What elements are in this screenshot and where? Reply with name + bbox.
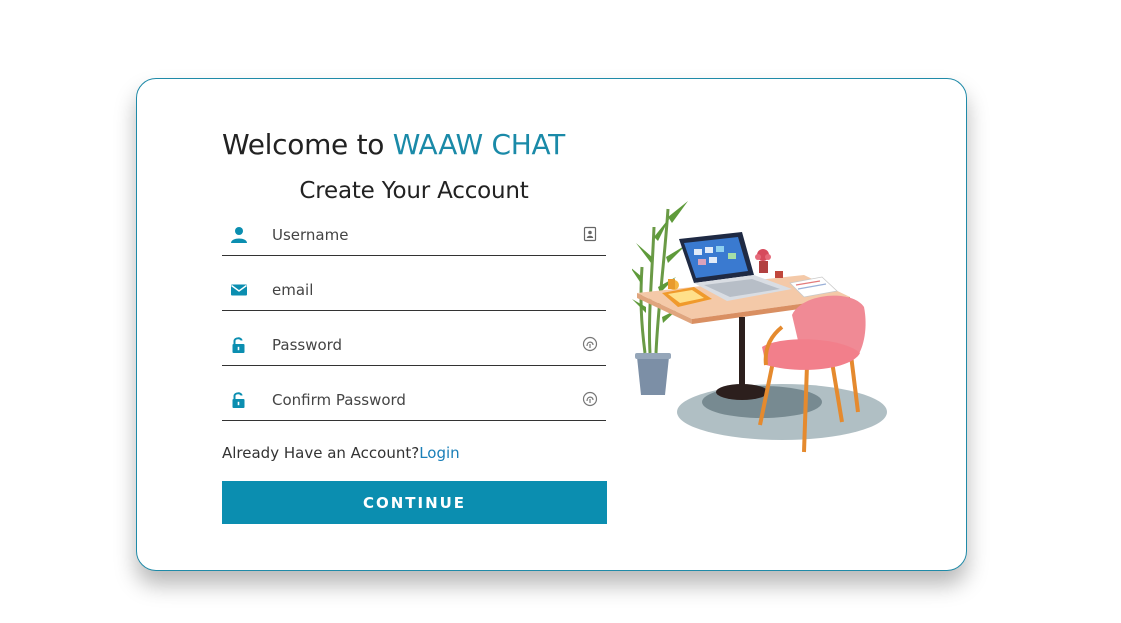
unlock-icon	[232, 337, 245, 353]
desk-leg	[739, 317, 745, 389]
signup-card: Welcome to WAAW CHAT Create Your Account	[136, 78, 967, 571]
bamboo-plant	[639, 208, 670, 354]
welcome-prefix: Welcome to	[222, 128, 393, 161]
continue-button[interactable]: CONTINUE	[222, 481, 607, 524]
plant-pot	[637, 357, 669, 395]
plant-pot-rim	[635, 353, 671, 359]
username-field	[222, 218, 606, 256]
user-icon	[231, 227, 247, 243]
contact-card-icon[interactable]	[582, 226, 598, 242]
welcome-heading: Welcome to WAAW CHAT	[222, 128, 565, 161]
confirm-password-field	[222, 383, 606, 421]
password-field	[222, 328, 606, 366]
unlock-icon	[232, 392, 245, 408]
fingerprint-icon[interactable]	[582, 336, 598, 352]
login-link[interactable]: Login	[419, 444, 459, 462]
password-input[interactable]	[272, 332, 572, 358]
fingerprint-icon[interactable]	[582, 391, 598, 407]
account-prompt-line: Already Have an Account?Login	[222, 444, 460, 462]
pencil-cup	[668, 279, 675, 289]
desk-base	[716, 384, 768, 400]
cup	[775, 271, 783, 278]
email-input[interactable]	[272, 277, 572, 303]
flower-pot	[759, 261, 768, 273]
form-subtitle: Create Your Account	[299, 178, 529, 204]
confirm-password-input[interactable]	[272, 387, 572, 413]
account-prompt: Already Have an Account?	[222, 444, 420, 462]
username-input[interactable]	[272, 222, 572, 248]
envelope-icon	[231, 284, 247, 296]
brand-name: WAAW CHAT	[392, 128, 566, 161]
workspace-desk-illustration	[632, 201, 887, 453]
email-field	[222, 273, 606, 311]
